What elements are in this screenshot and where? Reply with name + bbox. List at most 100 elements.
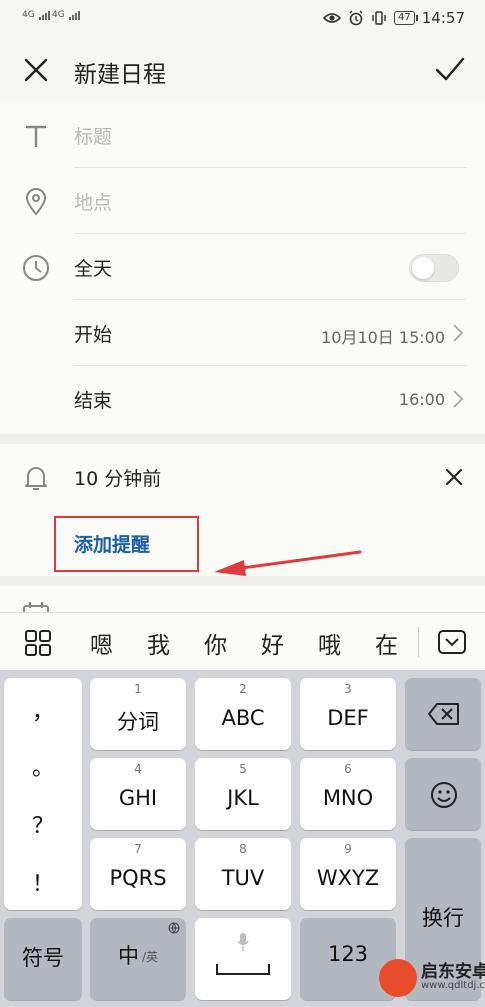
candidate-word[interactable]: 你 xyxy=(204,626,227,660)
vibrate-icon xyxy=(372,11,386,25)
all-day-label: 全天 xyxy=(74,258,113,280)
key-label: MNO xyxy=(322,786,374,810)
keyboard: ， 。 ？ ！ 1 分词 2 ABC 3 DEF 4 GHI 5 JKL 6 M… xyxy=(0,670,485,1007)
toggle-knob xyxy=(412,257,434,279)
question-key[interactable]: ？ xyxy=(4,808,82,840)
close-icon[interactable] xyxy=(20,54,52,86)
candidate-word[interactable]: 嗯 xyxy=(90,626,113,660)
end-row[interactable]: 结束 16:00 xyxy=(0,366,485,432)
enter-label: 换行 xyxy=(422,906,464,930)
key-number: 7 xyxy=(134,842,142,856)
key-5[interactable]: 5 JKL xyxy=(195,758,291,830)
calendar-icon xyxy=(23,602,49,612)
key-number: 8 xyxy=(239,842,247,856)
confirm-check-icon[interactable] xyxy=(433,52,467,86)
add-reminder-button[interactable]: 添加提醒 xyxy=(74,530,150,557)
text-title-icon xyxy=(26,125,46,147)
signal-strength-1: 4G xyxy=(22,10,51,20)
lang-sub-label: /英 xyxy=(142,950,159,964)
key-number: 6 xyxy=(344,762,352,776)
end-label: 结束 xyxy=(74,390,113,412)
annotation-arrow-icon xyxy=(214,550,362,576)
alarm-icon xyxy=(349,10,363,26)
key-3[interactable]: 3 DEF xyxy=(300,678,396,750)
watermark-icon xyxy=(379,959,417,997)
event-details-card: 标题 地点 全天 开始 10月10日 15:00 结束 16:00 xyxy=(0,102,485,434)
space-key[interactable] xyxy=(195,918,291,1000)
emoji-key[interactable] xyxy=(405,758,481,830)
remove-reminder-icon[interactable] xyxy=(443,466,465,488)
key-label: JKL xyxy=(227,786,259,810)
key-label: TUV xyxy=(221,866,265,890)
lang-label: 中 xyxy=(118,944,139,968)
key-number: 9 xyxy=(344,842,352,856)
start-label: 开始 xyxy=(74,324,113,346)
clock-icon xyxy=(23,255,49,281)
chevron-right-icon xyxy=(453,390,464,408)
clock: 14:57 xyxy=(421,9,465,27)
key-label: ABC xyxy=(221,706,265,730)
reminder-row[interactable]: 10 分钟前 xyxy=(0,444,485,510)
backspace-icon xyxy=(428,703,459,725)
section-gap xyxy=(0,434,485,444)
key-label: DEF xyxy=(327,706,369,730)
all-day-row: 全天 xyxy=(0,234,485,300)
status-bar: 4G 4G 47 14:57 xyxy=(0,0,485,36)
key-label: GHI xyxy=(118,786,158,810)
title-row[interactable]: 标题 xyxy=(0,102,485,168)
header: 新建日程 xyxy=(0,36,485,102)
grid-menu-icon[interactable] xyxy=(24,629,52,657)
signal-bars-icon xyxy=(68,10,81,20)
key-7[interactable]: 7 PQRS xyxy=(90,838,186,910)
language-switch-key[interactable]: 中 /英 xyxy=(90,918,186,1000)
reminder-value: 10 分钟前 xyxy=(74,468,162,490)
key-number: 3 xyxy=(344,682,352,696)
location-input[interactable]: 地点 xyxy=(74,188,112,215)
punctuation-column[interactable]: ， 。 ？ ！ xyxy=(4,678,82,910)
key-1[interactable]: 1 分词 xyxy=(90,678,186,750)
key-8[interactable]: 8 TUV xyxy=(195,838,291,910)
bell-icon xyxy=(25,467,47,490)
signal-bars-icon xyxy=(38,10,51,20)
key-4[interactable]: 4 GHI xyxy=(90,758,186,830)
network-type-2: 4G xyxy=(52,10,65,20)
divider xyxy=(418,627,419,657)
key-number: 1 xyxy=(134,682,142,696)
battery-icon: 47 xyxy=(394,11,418,25)
key-number: 2 xyxy=(239,682,247,696)
exclamation-key[interactable]: ！ xyxy=(4,866,82,898)
candidate-word[interactable]: 好 xyxy=(261,626,284,660)
page-title: 新建日程 xyxy=(74,62,166,88)
microphone-icon xyxy=(237,933,249,951)
key-label: PQRS xyxy=(109,866,167,890)
candidate-word[interactable]: 哦 xyxy=(318,626,341,660)
backspace-key[interactable] xyxy=(405,678,481,750)
collapse-keyboard-icon[interactable] xyxy=(437,627,467,657)
all-day-toggle[interactable] xyxy=(409,254,459,282)
comma-key[interactable]: ， xyxy=(4,694,82,726)
key-2[interactable]: 2 ABC xyxy=(195,678,291,750)
key-number: 4 xyxy=(134,762,142,776)
candidate-word[interactable]: 我 xyxy=(147,626,170,660)
section-gap xyxy=(0,576,485,586)
network-type-1: 4G xyxy=(22,10,35,20)
candidate-word[interactable]: 在 xyxy=(375,626,398,660)
next-section-card xyxy=(0,586,485,612)
key-label: WXYZ xyxy=(316,866,380,890)
period-key[interactable]: 。 xyxy=(4,750,82,782)
eye-icon xyxy=(323,13,342,23)
watermark-logo: 启东安卓网 www.qdltdj.com xyxy=(379,955,485,1001)
end-value: 16:00 xyxy=(398,390,445,409)
key-6[interactable]: 6 MNO xyxy=(300,758,396,830)
watermark-name: 启东安卓网 xyxy=(421,962,485,982)
title-input[interactable]: 标题 xyxy=(74,122,112,149)
location-row[interactable]: 地点 xyxy=(0,168,485,234)
key-9[interactable]: 9 WXYZ xyxy=(300,838,396,910)
symbols-key[interactable]: 符号 xyxy=(4,918,82,1000)
candidate-bar: 嗯 我 你 好 哦 在 xyxy=(0,612,485,670)
start-row[interactable]: 开始 10月10日 15:00 xyxy=(0,300,485,366)
watermark-url: www.qdltdj.com xyxy=(421,980,485,991)
key-number: 5 xyxy=(239,762,247,776)
status-icons: 47 14:57 xyxy=(323,9,465,27)
symbols-label: 符号 xyxy=(22,946,64,970)
